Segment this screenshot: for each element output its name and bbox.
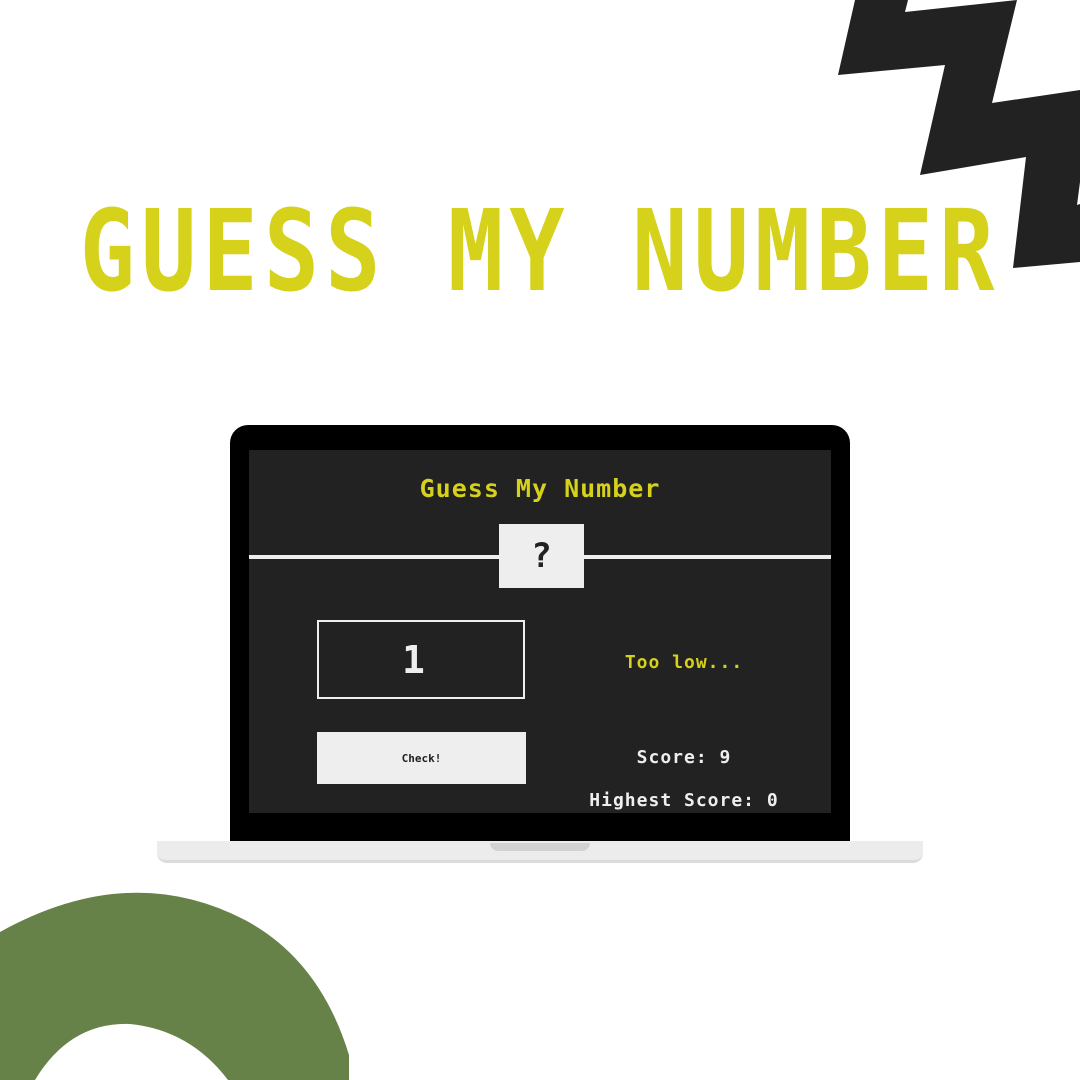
poster-headline: GUESS MY NUMBER xyxy=(79,186,1001,317)
secret-number-box: ? xyxy=(499,524,584,588)
laptop-notch xyxy=(490,843,590,851)
feedback-message: Too low... xyxy=(624,652,744,673)
score-label: Score: 9 xyxy=(636,747,732,768)
highscore-label: Highest Score: 0 xyxy=(589,790,779,811)
guess-input[interactable] xyxy=(317,620,525,699)
game-screen: Guess My Number ? Check! Too low... Scor… xyxy=(249,450,831,813)
game-title: Guess My Number xyxy=(419,474,661,503)
check-button[interactable]: Check! xyxy=(317,732,526,784)
